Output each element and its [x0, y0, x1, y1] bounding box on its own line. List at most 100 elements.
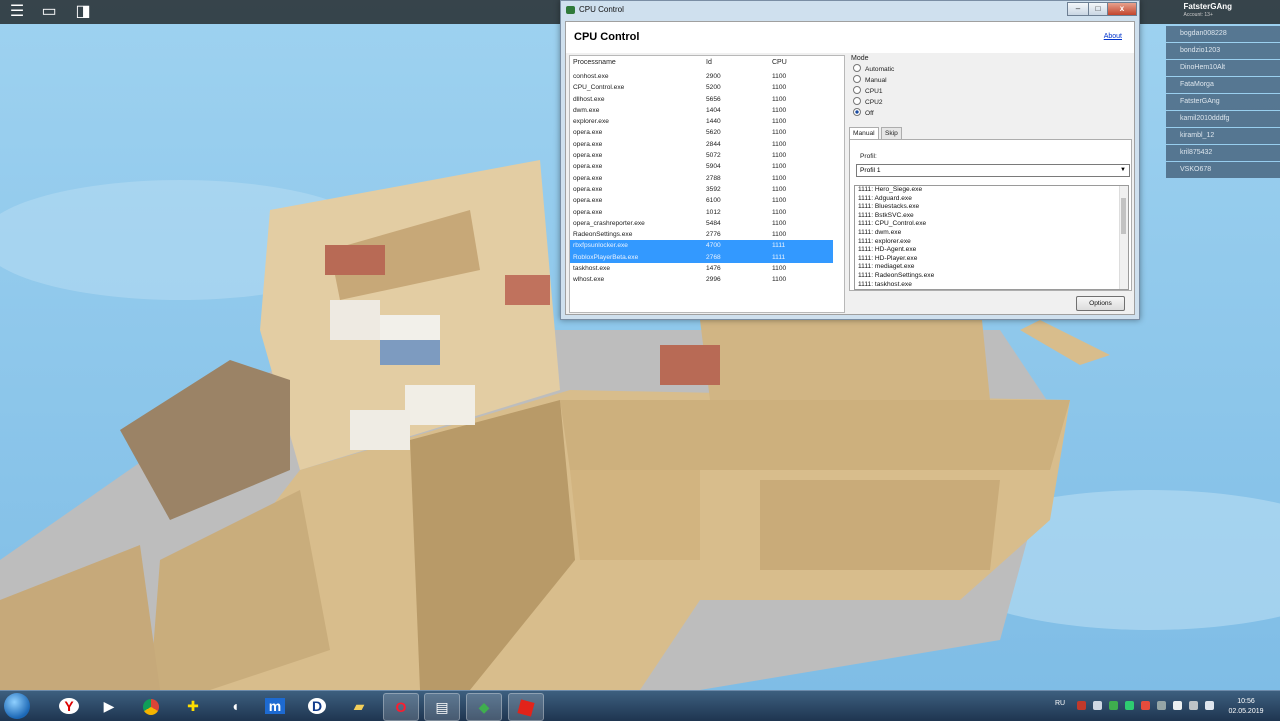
minimize-button[interactable]: – [1067, 2, 1089, 16]
roblox-icon[interactable] [508, 693, 544, 721]
chrome-icon[interactable] [134, 693, 168, 719]
rule-item[interactable]: 1111: mediaget.exe [855, 263, 1128, 272]
d-app-icon[interactable]: D [300, 693, 334, 719]
process-list[interactable]: Processname Id CPU conhost.exe 2900 1100 CP… [569, 55, 845, 313]
tray-app-icon[interactable] [1141, 701, 1150, 710]
menu-icon[interactable]: ☰ [6, 2, 28, 22]
rules-scrollbar[interactable] [1119, 186, 1128, 289]
tray-app-icon[interactable] [1109, 701, 1118, 710]
process-row[interactable]: opera.exe 2844 1100 [570, 139, 844, 150]
player-entry[interactable]: kril875432 [1166, 145, 1280, 161]
process-name: explorer.exe [573, 118, 609, 126]
process-row[interactable]: opera.exe 6100 1100 [570, 195, 844, 206]
rule-item[interactable]: 1111: dwm.exe [855, 229, 1128, 238]
column-header-cpu[interactable]: CPU [772, 59, 787, 66]
chat-icon[interactable]: ▭ [38, 2, 60, 22]
window-titlebar[interactable]: CPU Control – □ x [561, 1, 1139, 20]
process-row[interactable]: opera_crashreporter.exe 5484 1100 [570, 218, 844, 229]
clock-date: 02.05.2019 [1228, 708, 1264, 715]
close-button[interactable]: x [1107, 2, 1137, 16]
tab-skip[interactable]: Skip [881, 127, 902, 139]
rule-item[interactable]: 1111: taskhost.exe [855, 281, 1128, 289]
rule-item[interactable]: 1111: explorer.exe [855, 238, 1128, 247]
process-name: opera.exe [573, 163, 603, 171]
process-row[interactable]: conhost.exe 2900 1100 [570, 71, 844, 82]
process-id: 2844 [706, 140, 721, 148]
mode-cpu1-radio[interactable]: CPU1 [853, 86, 883, 97]
process-id: 5200 [706, 84, 721, 92]
tray-app-icon[interactable] [1125, 701, 1134, 710]
process-row[interactable]: taskhost.exe 1476 1100 [570, 263, 844, 274]
player-entry[interactable]: FatsterGAng [1166, 94, 1280, 110]
process-row[interactable]: rbxfpsunlocker.exe 4700 1111 [570, 240, 833, 252]
process-row[interactable]: opera.exe 2788 1100 [570, 173, 844, 184]
backpack-icon[interactable]: ◨ [72, 2, 94, 22]
rules-list[interactable]: 1111: Hero_Siege.exe 1111: Adguard.exe 111… [854, 185, 1129, 290]
rule-item[interactable]: 1111: BstkSVC.exe [855, 212, 1128, 221]
language-indicator[interactable]: RU [1055, 700, 1065, 707]
tray-icon[interactable] [1205, 701, 1214, 710]
player-entry[interactable]: bondzio1203 [1166, 43, 1280, 59]
header: CPU Control About [566, 22, 1134, 53]
start-button[interactable] [4, 693, 30, 719]
clock[interactable]: 10:56 02.05.2019 [1226, 697, 1266, 717]
player-entry[interactable]: kamil2010dddfg [1166, 111, 1280, 127]
process-row[interactable]: opera.exe 3592 1100 [570, 184, 844, 195]
document-icon[interactable]: ▤ [424, 693, 460, 721]
rule-item[interactable]: 1111: RadeonSettings.exe [855, 272, 1128, 281]
tray-app-icon[interactable] [1077, 701, 1086, 710]
player-entry[interactable]: FataMorga [1166, 77, 1280, 93]
mode-cpu2-radio[interactable]: CPU2 [853, 97, 883, 108]
mode-off-radio[interactable]: Off [853, 108, 874, 119]
opera-icon[interactable]: O [383, 693, 419, 721]
maxthon-icon[interactable]: m [258, 693, 292, 719]
process-name: RobloxPlayerBeta.exe [573, 253, 639, 261]
column-header-id[interactable]: Id [706, 59, 712, 66]
network-icon[interactable] [1157, 701, 1166, 710]
process-row[interactable]: dwm.exe 1404 1100 [570, 105, 844, 116]
maximize-button[interactable]: □ [1088, 2, 1108, 16]
mode-automatic-radio[interactable]: Automatic [853, 64, 894, 75]
player-entry[interactable]: kirambl_12 [1166, 128, 1280, 144]
player-entry[interactable]: VSKO678 [1166, 162, 1280, 178]
process-row[interactable]: CPU_Control.exe 5200 1100 [570, 82, 844, 93]
cpu-control-taskbar-icon[interactable]: ◆ [466, 693, 502, 721]
column-header-processname[interactable]: Processname [573, 59, 616, 66]
flag-icon[interactable] [1189, 701, 1198, 710]
app-icon [566, 6, 575, 14]
scroll-thumb[interactable] [1121, 198, 1126, 234]
profile-select[interactable]: Profil 1 ▼ [856, 164, 1130, 177]
game-center-icon[interactable]: ✚ [176, 693, 210, 719]
process-row[interactable]: explorer.exe 1440 1100 [570, 116, 844, 127]
yandex-browser-icon[interactable]: Y [52, 693, 86, 719]
volume-icon[interactable] [1173, 701, 1182, 710]
process-cpu: 1100 [772, 118, 787, 126]
process-row[interactable]: RobloxPlayerBeta.exe 2768 1111 [570, 251, 833, 264]
process-id: 3592 [706, 185, 721, 193]
rule-item[interactable]: 1111: HD-Player.exe [855, 255, 1128, 264]
rule-item[interactable]: 1111: Hero_Siege.exe [855, 186, 1128, 195]
process-name: opera.exe [573, 152, 603, 160]
rule-item[interactable]: 1111: Adguard.exe [855, 195, 1128, 204]
window-client: CPU Control About Processname Id CPU con… [565, 21, 1135, 315]
tray-app-icon[interactable] [1093, 701, 1102, 710]
process-row[interactable]: dllhost.exe 5656 1100 [570, 94, 844, 105]
rule-item[interactable]: 1111: HD-Agent.exe [855, 246, 1128, 255]
process-row[interactable]: wlhost.exe 2996 1100 [570, 274, 844, 285]
rule-item[interactable]: 1111: Bluestacks.exe [855, 203, 1128, 212]
folder-icon[interactable]: ▰ [342, 693, 376, 719]
media-player-icon[interactable]: ▶ [92, 693, 126, 719]
process-row[interactable]: opera.exe 5072 1100 [570, 150, 844, 161]
mouse-icon[interactable]: ◖ [218, 693, 252, 719]
process-cpu: 1100 [772, 219, 787, 227]
process-row[interactable]: opera.exe 5904 1100 [570, 161, 844, 172]
process-row[interactable]: opera.exe 1012 1100 [570, 207, 844, 218]
player-entry[interactable]: DinoHem10Alt [1166, 60, 1280, 76]
process-row[interactable]: RadeonSettings.exe 2776 1100 [570, 229, 844, 240]
options-button[interactable]: Options [1076, 296, 1125, 311]
rule-item[interactable]: 1111: CPU_Control.exe [855, 220, 1128, 229]
about-link[interactable]: About [1104, 33, 1122, 40]
player-entry[interactable]: bogdan008228 [1166, 26, 1280, 42]
mode-manual-radio[interactable]: Manual [853, 75, 887, 86]
process-row[interactable]: opera.exe 5620 1100 [570, 127, 844, 138]
